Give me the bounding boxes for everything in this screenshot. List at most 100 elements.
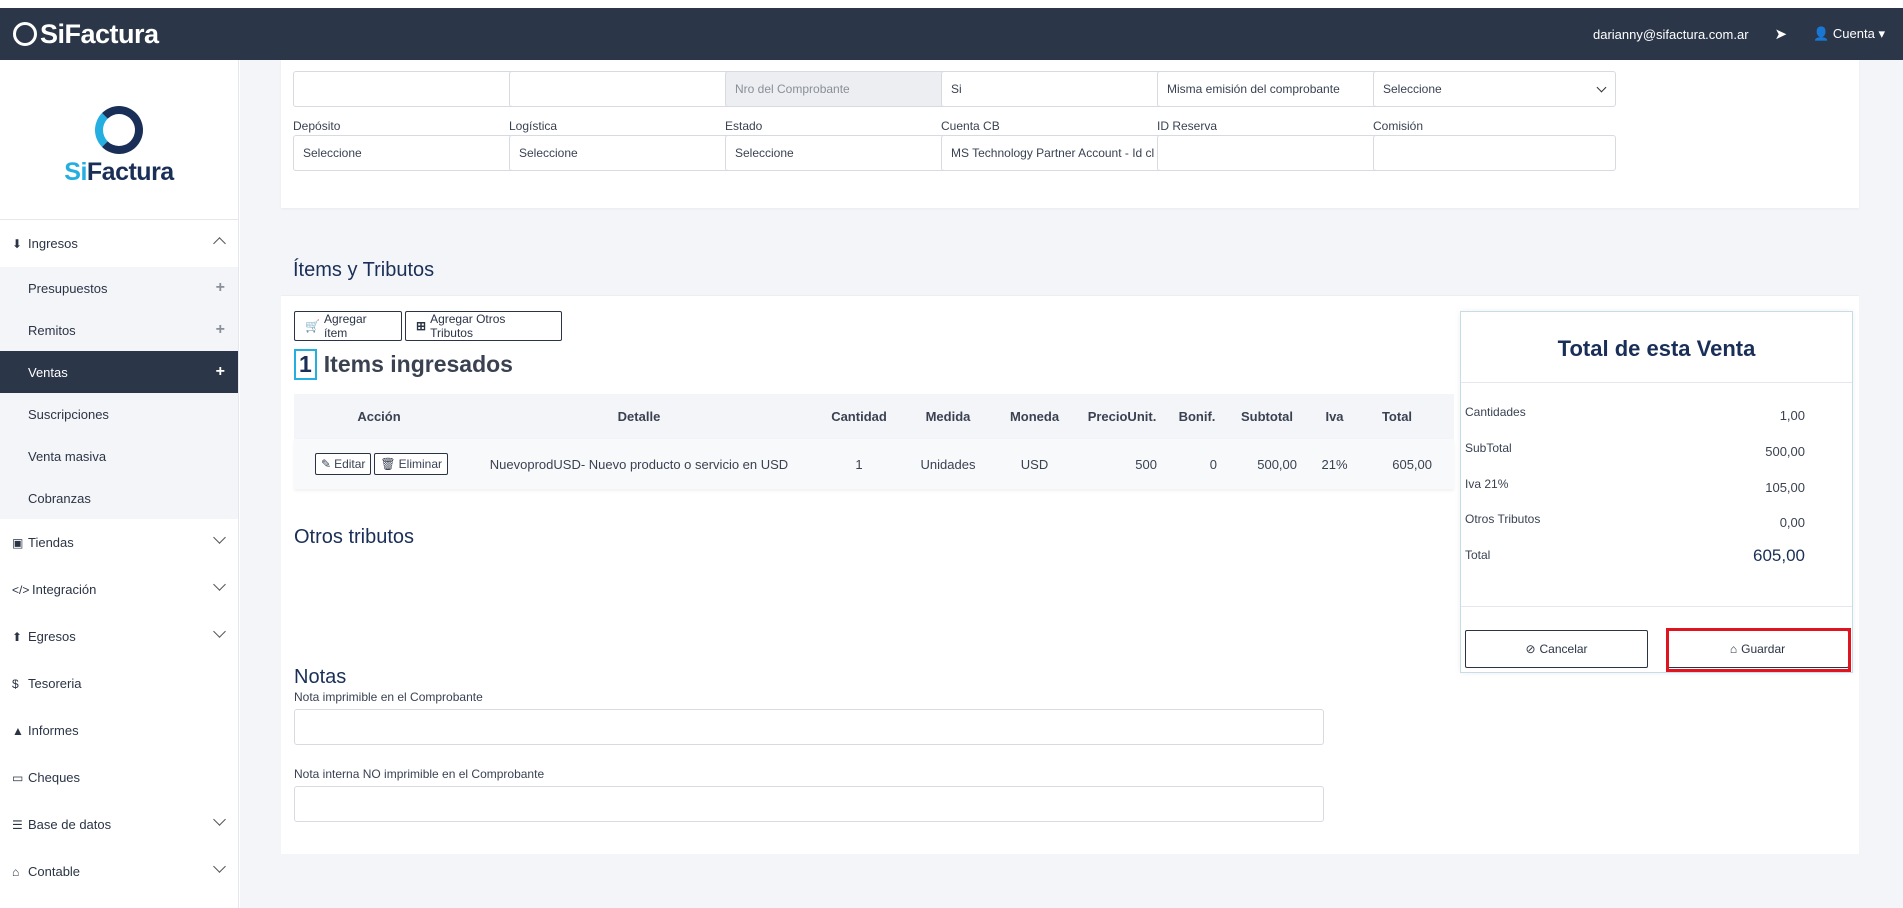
sidebar-item-egresos[interactable]: ⬆ Egresos xyxy=(0,613,238,660)
select-value: Seleccione xyxy=(735,146,794,160)
field-cuenta-cb: Cuenta CB MS Technology Partner Account -… xyxy=(941,119,1184,171)
menu-label: Integración xyxy=(32,582,97,597)
col-accion: Acción xyxy=(357,409,401,424)
total-label: Otros Tributos xyxy=(1465,512,1541,526)
save-button[interactable]: ⌂ Guardar xyxy=(1666,630,1849,668)
sidebar-item-tiendas[interactable]: ▣ Tiendas xyxy=(0,519,238,566)
field-row1-1 xyxy=(293,71,536,107)
send-icon[interactable]: ➤ xyxy=(1775,25,1788,43)
total-label: Total xyxy=(1465,548,1491,562)
deposito-select[interactable]: Seleccione xyxy=(293,135,536,171)
total-label: Iva 21% xyxy=(1465,477,1509,491)
user-email: darianny@sifactura.com.ar xyxy=(1592,26,1749,42)
nota-imprimible-input[interactable] xyxy=(294,709,1324,745)
items-count-label: Items ingresados xyxy=(323,351,513,377)
select-value: Seleccione xyxy=(519,146,578,160)
col-detalle: Detalle xyxy=(617,409,661,424)
sidebar-item-ventas[interactable]: Ventas + xyxy=(0,351,238,393)
sidebar-item-remitos[interactable]: Remitos + xyxy=(0,309,238,351)
sidebar-item-suscripciones[interactable]: Suscripciones xyxy=(0,393,238,435)
table-row: ✎ Editar 🗑 Eliminar NuevoprodUSD- Nuevo pr… xyxy=(294,439,1454,489)
menu-label: Suscripciones xyxy=(28,406,109,422)
button-label: Editar xyxy=(334,457,366,471)
select-value: Si xyxy=(951,82,962,96)
code-icon: </> xyxy=(12,582,30,597)
cell-detalle: NuevoprodUSD- Nuevo producto o servicio … xyxy=(489,456,789,472)
chevron-down-icon xyxy=(1596,82,1607,93)
database-icon: ☰ xyxy=(12,817,23,832)
delete-button[interactable]: 🗑 Eliminar xyxy=(374,453,448,475)
total-row-iva: Iva 21% 105,00 xyxy=(1465,477,1805,495)
total-row-subtotal: SubTotal 500,00 xyxy=(1465,441,1805,459)
select-field[interactable]: Misma emisión del comprobante xyxy=(1157,71,1400,107)
add-other-tributes-button[interactable]: ⊞ Agregar Otros Tributos xyxy=(405,311,562,341)
card-icon: ▭ xyxy=(12,770,24,785)
col-iva: Iva xyxy=(1325,409,1344,424)
totals-panel: Total de esta Venta Cantidades 1,00 SubTo… xyxy=(1460,311,1853,673)
chart-icon: ▲ xyxy=(12,723,24,738)
sidebar-item-presupuestos[interactable]: Presupuestos + xyxy=(0,267,238,309)
sidebar-item-integracion[interactable]: </> Integración xyxy=(0,566,238,613)
id-reserva-input[interactable] xyxy=(1157,135,1400,171)
total-value: 1,00 xyxy=(1779,408,1805,423)
account-menu[interactable]: 👤 Cuenta ▾ xyxy=(1813,26,1885,42)
field-label: Logística xyxy=(509,119,558,133)
field-deposito: Depósito Seleccione xyxy=(293,119,536,171)
field-estado: Estado Seleccione xyxy=(725,119,968,171)
plus-icon[interactable]: + xyxy=(216,279,225,297)
sidebar-item-ingresos[interactable]: ⬇ Ingresos xyxy=(0,220,238,267)
logistica-select[interactable]: Seleccione xyxy=(509,135,752,171)
sidebar-item-tesoreria[interactable]: $ Tesoreria xyxy=(0,660,238,707)
totals-title: Total de esta Venta xyxy=(1557,336,1756,361)
sidebar: SiFactura ⬇ Ingresos Presupuestos + Remito… xyxy=(0,60,239,908)
field-label: Comisión xyxy=(1373,119,1424,133)
plus-icon[interactable]: + xyxy=(216,321,225,339)
edit-button[interactable]: ✎ Editar xyxy=(315,453,372,475)
total-label: SubTotal xyxy=(1465,441,1512,455)
plus-square-icon: ⊞ xyxy=(416,319,427,333)
sidebar-item-venta-masiva[interactable]: Venta masiva xyxy=(0,435,238,477)
input-field[interactable] xyxy=(509,71,752,107)
select-value: MS Technology Partner Account - Id cl xyxy=(951,146,1155,160)
field-label: Depósito xyxy=(293,119,341,133)
field-row1-6: Seleccione xyxy=(1373,71,1616,107)
button-label: Guardar xyxy=(1741,642,1786,656)
chevron-down-icon xyxy=(213,813,226,826)
sidebar-item-informes[interactable]: ▲ Informes xyxy=(0,707,238,754)
dollar-icon: $ xyxy=(12,676,19,691)
field-nro-comprobante: Nro del Comprobante xyxy=(725,71,968,107)
cancel-button[interactable]: ⊘ Cancelar xyxy=(1465,630,1648,668)
col-total: Total xyxy=(1381,409,1413,424)
estado-select[interactable]: Seleccione xyxy=(725,135,968,171)
sidebar-item-cheques[interactable]: ▭ Cheques xyxy=(0,754,238,801)
cuenta-cb-select[interactable]: MS Technology Partner Account - Id cl xyxy=(941,135,1184,171)
sidebar-item-contable[interactable]: ⌂ Contable xyxy=(0,848,238,895)
main-content: Nro del Comprobante Si Misma emisión del… xyxy=(240,60,1903,908)
chevron-down-icon xyxy=(213,860,226,873)
cell-moneda: USD xyxy=(1020,456,1049,472)
menu-label: Cheques xyxy=(28,770,81,785)
cell-cantidad: 1 xyxy=(855,456,863,472)
account-label: Cuenta xyxy=(1832,26,1875,41)
store-icon: ▣ xyxy=(12,535,24,550)
sidebar-item-base-de-datos[interactable]: ☰ Base de datos xyxy=(0,801,238,848)
items-table: Acción Detalle Cantidad Medida Moneda Pr… xyxy=(294,394,1454,489)
sidebar-item-cobranzas[interactable]: Cobranzas xyxy=(0,477,238,519)
select-field[interactable]: Si xyxy=(941,71,1184,107)
input-field[interactable] xyxy=(293,71,536,107)
menu-label: Informes xyxy=(28,723,79,738)
button-label: Agregar ítem xyxy=(323,312,367,340)
brand-logo[interactable]: SiFactura xyxy=(13,19,159,50)
select-field[interactable]: Seleccione xyxy=(1373,71,1616,107)
add-item-button[interactable]: 🛒 Agregar ítem xyxy=(294,311,402,341)
cell-medida: Unidades xyxy=(920,456,976,472)
plus-icon[interactable]: + xyxy=(216,363,225,381)
logo-ring-icon xyxy=(13,22,37,46)
field-row1-2 xyxy=(509,71,752,107)
comision-input[interactable] xyxy=(1373,135,1616,171)
col-moneda: Moneda xyxy=(1009,409,1060,424)
menu-label: Ingresos xyxy=(28,236,78,251)
total-row-otros: Otros Tributos 0,00 xyxy=(1465,512,1805,530)
otros-tributos-title: Otros tributos xyxy=(294,526,415,548)
nota-interna-input[interactable] xyxy=(294,786,1324,822)
